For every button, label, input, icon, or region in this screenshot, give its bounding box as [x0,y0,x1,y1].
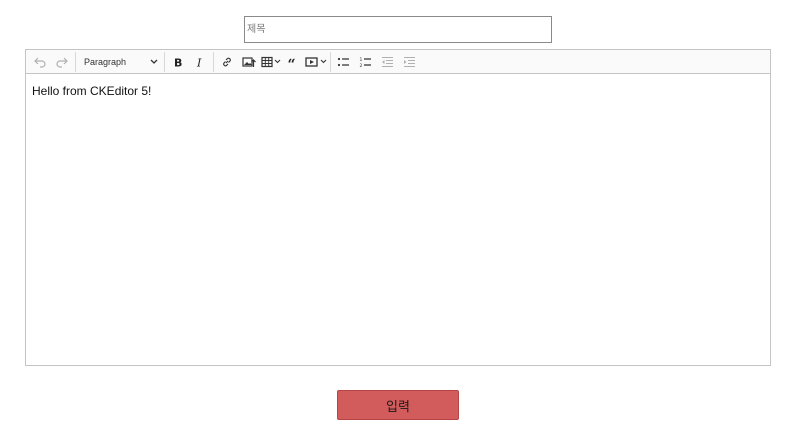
editor-content[interactable]: Hello from CKEditor 5! [26,74,770,108]
chevron-down-icon [274,59,281,64]
svg-text:I: I [196,56,202,68]
link-icon[interactable] [217,52,237,72]
editor-paragraph: Hello from CKEditor 5! [32,84,152,98]
media-embed-icon[interactable] [305,52,327,72]
svg-text:B: B [174,56,182,68]
heading-dropdown[interactable]: Paragraph [78,52,162,72]
bold-icon[interactable]: B [168,52,188,72]
chevron-down-icon [320,59,327,64]
submit-button[interactable]: 입력 [337,390,459,420]
bulleted-list-icon[interactable] [334,52,354,72]
toolbar-separator [330,51,331,72]
toolbar-separator [164,51,165,72]
image-upload-icon[interactable] [239,52,259,72]
chevron-down-icon [150,57,158,67]
title-input[interactable] [244,16,552,43]
italic-icon[interactable]: I [190,52,210,72]
rich-text-editor: Paragraph B I “ 1 2 Hello from CKEditor … [25,49,771,366]
indent-icon[interactable] [400,52,420,72]
svg-text:“: “ [288,57,296,68]
svg-text:2: 2 [360,63,363,68]
table-icon[interactable] [261,52,281,72]
undo-icon[interactable] [30,52,50,72]
heading-dropdown-label: Paragraph [84,56,127,67]
editor-toolbar: Paragraph B I “ 1 2 [26,50,770,74]
toolbar-separator [213,51,214,72]
outdent-icon[interactable] [378,52,398,72]
redo-icon[interactable] [52,52,72,72]
blockquote-icon[interactable]: “ [283,52,303,72]
toolbar-separator [75,51,76,72]
svg-text:1: 1 [360,57,363,63]
numbered-list-icon[interactable]: 12 [356,52,376,72]
